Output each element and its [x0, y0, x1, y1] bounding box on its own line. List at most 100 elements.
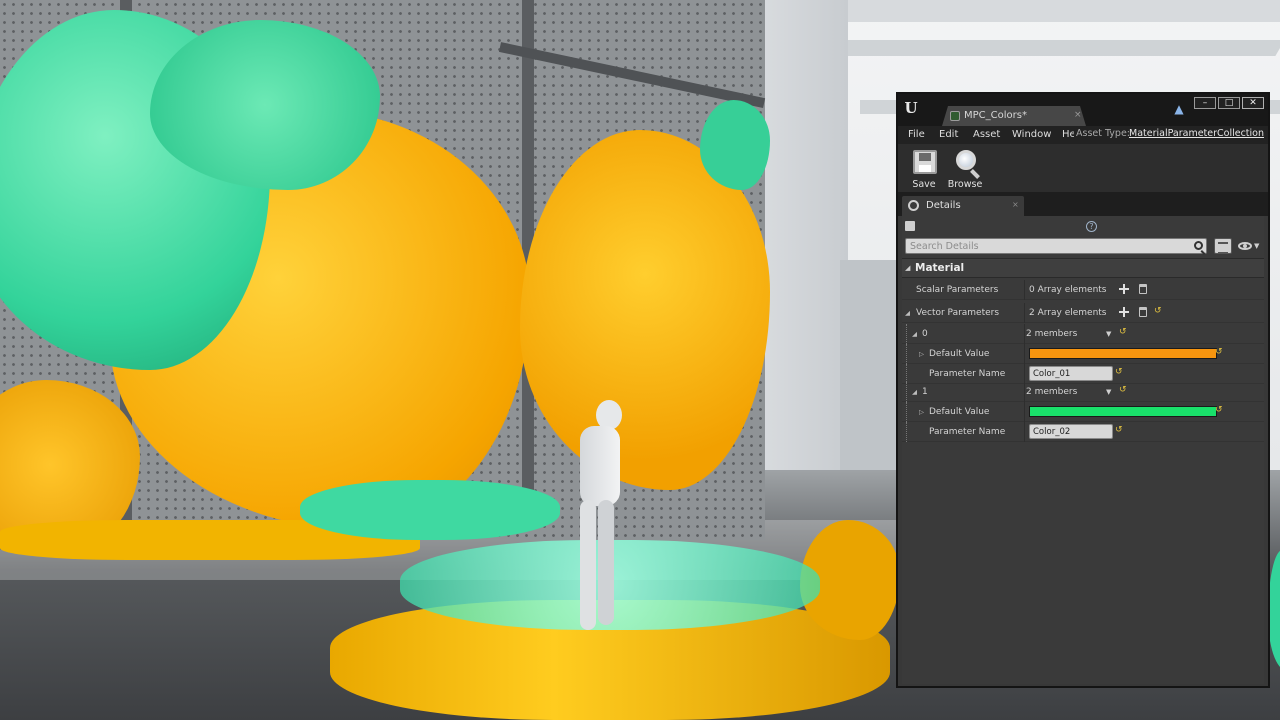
save-button[interactable]: Save: [904, 148, 944, 190]
reset-to-default-icon[interactable]: ↺: [1119, 327, 1128, 337]
column-divider[interactable]: [1024, 324, 1025, 344]
tab-details[interactable]: Details ×: [902, 196, 1024, 216]
array-count: 2 Array elements: [1029, 308, 1107, 318]
expanded-arrow-icon[interactable]: ◢: [912, 330, 917, 338]
unreal-logo-icon: U: [904, 99, 918, 117]
column-divider[interactable]: [1024, 364, 1025, 384]
row-default-value-1: ▷ Default Value ↺: [902, 402, 1264, 422]
property-label: Parameter Name: [929, 369, 1006, 379]
toolbar: Save Browse: [898, 144, 1268, 192]
column-divider[interactable]: [1024, 422, 1025, 442]
maximize-button[interactable]: □: [1218, 97, 1240, 109]
menu-window[interactable]: Window: [1012, 129, 1051, 140]
property-matrix-button[interactable]: [1214, 238, 1232, 254]
color-swatch-green[interactable]: [1029, 406, 1217, 417]
lock-icon[interactable]: [905, 221, 915, 231]
save-icon: [913, 150, 937, 174]
title-bar[interactable]: U MPC_Colors* × ▲ – □ ✕: [898, 94, 1268, 126]
menu-edit[interactable]: Edit: [939, 129, 958, 140]
view-options-caret-icon[interactable]: ▼: [1254, 242, 1259, 250]
property-label: Default Value: [929, 349, 990, 359]
expanded-arrow-icon[interactable]: ◢: [905, 309, 910, 317]
property-label: Vector Parameters: [916, 308, 1000, 318]
add-element-icon[interactable]: [1119, 284, 1129, 294]
close-tab-icon[interactable]: ×: [1074, 110, 1082, 120]
array-count: 0 Array elements: [1029, 285, 1107, 295]
reset-to-default-icon[interactable]: ↺: [1215, 405, 1224, 415]
element-index: 1: [922, 387, 928, 397]
column-divider[interactable]: [1024, 280, 1025, 300]
menu-bar: File Edit Asset Window Help Asset Type: …: [898, 126, 1268, 144]
column-divider[interactable]: [1024, 344, 1025, 364]
column-divider[interactable]: [1024, 382, 1025, 402]
menu-file[interactable]: File: [908, 129, 925, 140]
help-icon[interactable]: ?: [1086, 221, 1097, 232]
add-element-icon[interactable]: [1119, 307, 1129, 317]
property-label: Parameter Name: [929, 427, 1006, 437]
property-label: Default Value: [929, 407, 990, 417]
expanded-arrow-icon[interactable]: ◢: [912, 388, 917, 396]
asset-tab[interactable]: MPC_Colors* ×: [942, 106, 1086, 126]
mannequin-leg: [598, 500, 614, 625]
parameter-name-field[interactable]: [1029, 424, 1113, 439]
details-magnifier-icon: [908, 200, 919, 211]
reset-to-default-icon[interactable]: ↺: [1115, 425, 1124, 435]
browse-button[interactable]: Browse: [945, 148, 985, 190]
row-element-1: ◢ 1 2 members ▼ ↺: [902, 382, 1264, 402]
row-parameter-name-1: Parameter Name ↺: [902, 422, 1264, 442]
menu-asset[interactable]: Asset: [973, 129, 1000, 140]
close-window-button[interactable]: ✕: [1242, 97, 1264, 109]
save-label: Save: [912, 179, 936, 190]
tree-guide: [906, 422, 907, 442]
green-paint-puddle: [300, 480, 560, 540]
tree-guide: [906, 324, 907, 344]
property-label: Scalar Parameters: [916, 285, 999, 295]
mannequin-character: [566, 400, 626, 635]
color-swatch-orange[interactable]: [1029, 348, 1217, 359]
tree-guide: [906, 364, 907, 384]
overhead-beam: [815, 40, 1280, 56]
element-index: 0: [922, 329, 928, 339]
asset-tab-icon: [950, 111, 960, 121]
browse-label: Browse: [947, 179, 983, 190]
search-icon[interactable]: [1194, 241, 1203, 250]
eye-icon[interactable]: [1238, 242, 1252, 250]
expanded-arrow-icon[interactable]: ◢: [905, 264, 910, 272]
trash-icon[interactable]: [1139, 284, 1147, 294]
details-panel: ? ▼ ◢ Material Scalar Parameters 0 Array…: [902, 216, 1264, 684]
category-material[interactable]: ◢ Material: [902, 258, 1264, 278]
row-parameter-name-0: Parameter Name ↺: [902, 364, 1264, 384]
background-building: [840, 260, 900, 470]
mannequin-leg: [580, 500, 596, 630]
asset-type-link[interactable]: MaterialParameterCollection: [1129, 128, 1264, 139]
details-tab-row: Details ×: [898, 192, 1268, 216]
element-menu-caret-icon[interactable]: ▼: [1106, 388, 1111, 396]
row-default-value-0: ▷ Default Value ↺: [902, 344, 1264, 364]
magnifier-icon: [956, 150, 976, 170]
column-divider[interactable]: [1024, 303, 1025, 323]
column-divider[interactable]: [1024, 402, 1025, 422]
asset-type-label: Asset Type:: [1074, 128, 1131, 139]
asset-tab-label: MPC_Colors*: [964, 110, 1027, 121]
reset-to-default-icon[interactable]: ↺: [1215, 347, 1224, 357]
minimize-button[interactable]: –: [1194, 97, 1216, 109]
reset-to-default-icon[interactable]: ↺: [1115, 367, 1124, 377]
search-details-box[interactable]: [905, 238, 1207, 254]
collapsed-arrow-icon[interactable]: ▷: [919, 408, 924, 416]
search-details-input[interactable]: [906, 239, 1186, 253]
green-paint-splat: [700, 100, 770, 190]
reset-to-default-icon[interactable]: ↺: [1154, 306, 1163, 316]
row-vector-parameters: ◢ Vector Parameters 2 Array elements ↺: [902, 303, 1264, 323]
details-tab-label: Details: [926, 200, 961, 211]
row-scalar-parameters: Scalar Parameters 0 Array elements: [902, 280, 1264, 300]
trash-icon[interactable]: [1139, 307, 1147, 317]
asset-editor-window: U MPC_Colors* × ▲ – □ ✕ File Edit Asset …: [896, 92, 1270, 688]
reset-to-default-icon[interactable]: ↺: [1119, 385, 1128, 395]
parameter-name-field[interactable]: [1029, 366, 1113, 381]
tree-guide: [906, 402, 907, 422]
element-menu-caret-icon[interactable]: ▼: [1106, 330, 1111, 338]
tree-guide: [906, 382, 907, 402]
collapsed-arrow-icon[interactable]: ▷: [919, 350, 924, 358]
close-details-tab-icon[interactable]: ×: [1012, 200, 1019, 209]
graduation-cap-icon[interactable]: ▲: [1172, 102, 1186, 116]
